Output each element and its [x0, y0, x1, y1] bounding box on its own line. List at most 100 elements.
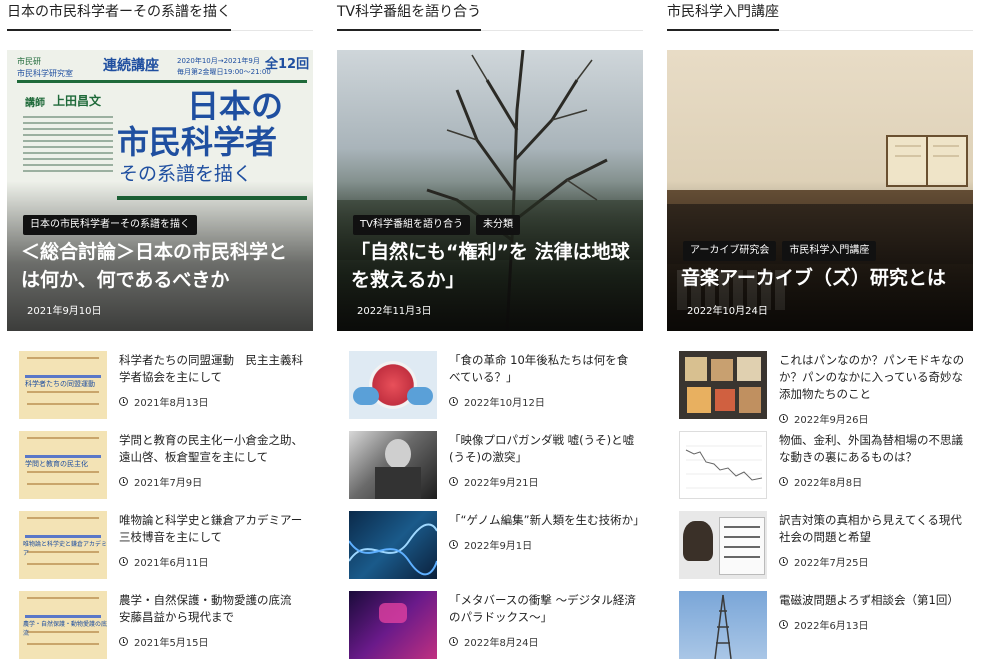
- column-tv-science: TV科学番組を語り合う TV科学番組を語り合う 未分類 「自然にも“権利”を 法…: [337, 0, 645, 671]
- column-citizen-scientists: 日本の市民科学者ーその系譜を描く 市民研 市民科学研究室 連続講座 2020年1…: [7, 0, 313, 671]
- list-item[interactable]: 「“ゲノム編集”新人類を生む技術か」 2022年9月1日: [337, 511, 645, 591]
- article-thumbnail[interactable]: [349, 351, 437, 419]
- article-date-row: 2022年9月1日: [449, 537, 639, 552]
- vr-headset-icon: [379, 603, 407, 623]
- article-thumbnail[interactable]: 科学者たちの同盟運動: [19, 351, 107, 419]
- article-title[interactable]: これはパンなのか？パンモドキなのか？パンのなかに入っている奇妙な添加物たちのこと: [779, 352, 969, 403]
- article-date-row: 2022年7月25日: [779, 554, 969, 569]
- bread-package-icon: [685, 357, 707, 381]
- article-thumbnail[interactable]: 唯物論と科学史と鎌倉アカデミア: [19, 511, 107, 579]
- poster-period: 2020年10月→2021年9月: [177, 57, 260, 65]
- feature-title[interactable]: 音楽アーカイブ（ズ）研究とは: [681, 264, 961, 292]
- list-item[interactable]: 「映像プロパガンダ戦 嘘(うそ)と嘘(うそ)の激突」 2022年9月21日: [337, 431, 643, 511]
- article-thumbnail[interactable]: 学問と教育の民主化: [19, 431, 107, 499]
- article-list: 「食の革命 10年後私たちは何を食べている？」 2022年10月12日 「映像プ…: [337, 351, 645, 671]
- article-date-row: 2021年7月9日: [119, 474, 309, 489]
- list-item[interactable]: 「メタバースの衝撃 〜デジタル経済のパラドックス〜」 2022年8月24日: [337, 591, 643, 671]
- article-date: 2021年8月13日: [134, 398, 209, 409]
- thumb-label: 科学者たちの同盟運動: [25, 380, 95, 388]
- article-title[interactable]: 物価、金利、外国為替相場の不思議な動きの裏にあるものは？: [779, 432, 969, 466]
- feature-tags: 日本の市民科学者ーその系譜を描く: [23, 215, 197, 235]
- clock-icon: [119, 637, 128, 646]
- list-item[interactable]: 物価、金利、外国為替相場の不思議な動きの裏にあるものは？ 2022年8月8日: [667, 431, 973, 511]
- section-header: TV科学番組を語り合う: [337, 0, 643, 31]
- list-item[interactable]: 科学者たちの同盟運動 科学者たちの同盟運動 民主主義科学者協会を主にして 202…: [7, 351, 313, 431]
- article-title[interactable]: 訳吉対策の真相から見えてくる現代社会の問題と希望: [779, 512, 969, 546]
- poster-heading-1: 日本の: [187, 87, 284, 125]
- tag[interactable]: アーカイブ研究会: [683, 241, 777, 261]
- speaker-person-icon: [683, 521, 713, 561]
- clock-icon: [779, 414, 788, 423]
- article-date-row: 2022年10月12日: [449, 394, 639, 409]
- article-date: 2022年9月21日: [464, 478, 539, 489]
- article-title[interactable]: 「“ゲノム編集”新人類を生む技術か」: [449, 512, 645, 529]
- feature-date: 2021年9月10日: [27, 306, 102, 317]
- list-item[interactable]: 「食の革命 10年後私たちは何を食べている？」 2022年10月12日: [337, 351, 643, 431]
- article-date-row: 2022年9月26日: [779, 411, 969, 426]
- article-title[interactable]: 「食の革命 10年後私たちは何を食べている？」: [449, 352, 639, 386]
- article-date-row: 2022年8月8日: [779, 474, 969, 489]
- tag[interactable]: 未分類: [475, 215, 520, 235]
- tag[interactable]: 市民科学入門講座: [782, 241, 877, 261]
- article-date: 2022年9月26日: [794, 415, 869, 426]
- section-title[interactable]: TV科学番組を語り合う: [337, 2, 482, 31]
- list-item[interactable]: これはパンなのか？パンモドキなのか？パンのなかに入っている奇妙な添加物たちのこと…: [667, 351, 973, 431]
- article-date: 2022年8月24日: [464, 638, 539, 649]
- poster-lecturer: 上田昌文: [53, 94, 102, 108]
- article-date: 2022年6月13日: [794, 621, 869, 632]
- poster-schedule: 毎月第2金曜日19:00〜21:00: [177, 68, 271, 76]
- article-thumbnail[interactable]: [679, 431, 767, 499]
- whiteboard-icon: [719, 517, 765, 575]
- article-date: 2022年10月12日: [464, 398, 545, 409]
- article-thumbnail[interactable]: [349, 591, 437, 659]
- article-thumbnail[interactable]: [679, 511, 767, 579]
- poster-series: 連続講座: [103, 58, 159, 74]
- list-item[interactable]: 農学・自然保護・動物愛護の底流 農学・自然保護・動物愛護の底流 安藤昌益から現代…: [7, 591, 313, 671]
- feature-card[interactable]: アーカイブ研究会 市民科学入門講座 音楽アーカイブ（ズ）研究とは 2022年10…: [667, 50, 973, 331]
- article-date-row: 2022年6月13日: [779, 617, 969, 632]
- feature-tags: TV科学番組を語り合う 未分類: [353, 215, 520, 235]
- feature-title[interactable]: 「自然にも“権利”を 法律は地球を救えるか」: [351, 238, 631, 294]
- radio-tower-icon: [714, 594, 732, 659]
- list-item[interactable]: 訳吉対策の真相から見えてくる現代社会の問題と希望 2022年7月25日: [667, 511, 973, 591]
- article-title[interactable]: 「映像プロパガンダ戦 嘘(うそ)と嘘(うそ)の激突」: [449, 432, 639, 466]
- article-title[interactable]: 学問と教育の民主化ー小倉金之助、遠山啓、板倉聖宣を主にして: [119, 432, 309, 466]
- article-title[interactable]: 農学・自然保護・動物愛護の底流 安藤昌益から現代まで: [119, 592, 309, 626]
- list-item[interactable]: 唯物論と科学史と鎌倉アカデミア 唯物論と科学史と鎌倉アカデミアー三枝博音を主にし…: [7, 511, 313, 591]
- page: 日本の市民科学者ーその系譜を描く 市民研 市民科学研究室 連続講座 2020年1…: [0, 0, 997, 668]
- feature-tags: アーカイブ研究会 市民科学入門講座: [683, 241, 877, 261]
- list-item[interactable]: 電磁波問題よろず相談会（第1回） 2022年6月13日: [667, 591, 973, 671]
- article-title[interactable]: 「メタバースの衝撃 〜デジタル経済のパラドックス〜」: [449, 592, 639, 626]
- article-title[interactable]: 科学者たちの同盟運動 民主主義科学者協会を主にして: [119, 352, 309, 386]
- article-date-row: 2022年8月24日: [449, 634, 639, 649]
- tag[interactable]: TV科学番組を語り合う: [353, 215, 470, 235]
- article-thumbnail[interactable]: [349, 431, 437, 499]
- tag[interactable]: 日本の市民科学者ーその系譜を描く: [23, 215, 197, 235]
- section-title[interactable]: 市民科学入門講座: [667, 2, 779, 31]
- clock-icon: [779, 620, 788, 629]
- article-list: これはパンなのか？パンモドキなのか？パンのなかに入っている奇妙な添加物たちのこと…: [667, 351, 973, 671]
- article-title[interactable]: 電磁波問題よろず相談会（第1回）: [779, 592, 969, 609]
- article-date-row: 2021年5月15日: [119, 634, 309, 649]
- article-thumbnail[interactable]: 農学・自然保護・動物愛護の底流: [19, 591, 107, 659]
- article-date-row: 2022年9月21日: [449, 474, 639, 489]
- feature-date: 2022年10月24日: [687, 306, 768, 317]
- list-item[interactable]: 学問と教育の民主化 学問と教育の民主化ー小倉金之助、遠山啓、板倉聖宣を主にして …: [7, 431, 313, 511]
- clock-icon: [449, 477, 458, 486]
- article-date-row: 2021年8月13日: [119, 394, 309, 409]
- line-chart-icon: [685, 445, 763, 489]
- clock-icon: [779, 477, 788, 486]
- dna-helix-icon: [349, 523, 437, 576]
- article-thumbnail[interactable]: [679, 591, 767, 659]
- article-thumbnail[interactable]: [349, 511, 437, 579]
- article-date: 2021年5月15日: [134, 638, 209, 649]
- article-title[interactable]: 唯物論と科学史と鎌倉アカデミアー三枝博音を主にして: [119, 512, 309, 546]
- section-title[interactable]: 日本の市民科学者ーその系譜を描く: [7, 2, 231, 31]
- article-list: 科学者たちの同盟運動 科学者たちの同盟運動 民主主義科学者協会を主にして 202…: [7, 351, 313, 671]
- feature-title[interactable]: ＜総合討論＞日本の市民科学とは何か、何であるべきか: [21, 238, 301, 294]
- article-thumbnail[interactable]: [679, 351, 767, 419]
- clock-icon: [119, 397, 128, 406]
- article-date: 2021年6月11日: [134, 558, 209, 569]
- feature-card[interactable]: TV科学番組を語り合う 未分類 「自然にも“権利”を 法律は地球を救えるか」 2…: [337, 50, 643, 331]
- feature-card[interactable]: 市民研 市民科学研究室 連続講座 2020年10月→2021年9月 全12回 毎…: [7, 50, 313, 331]
